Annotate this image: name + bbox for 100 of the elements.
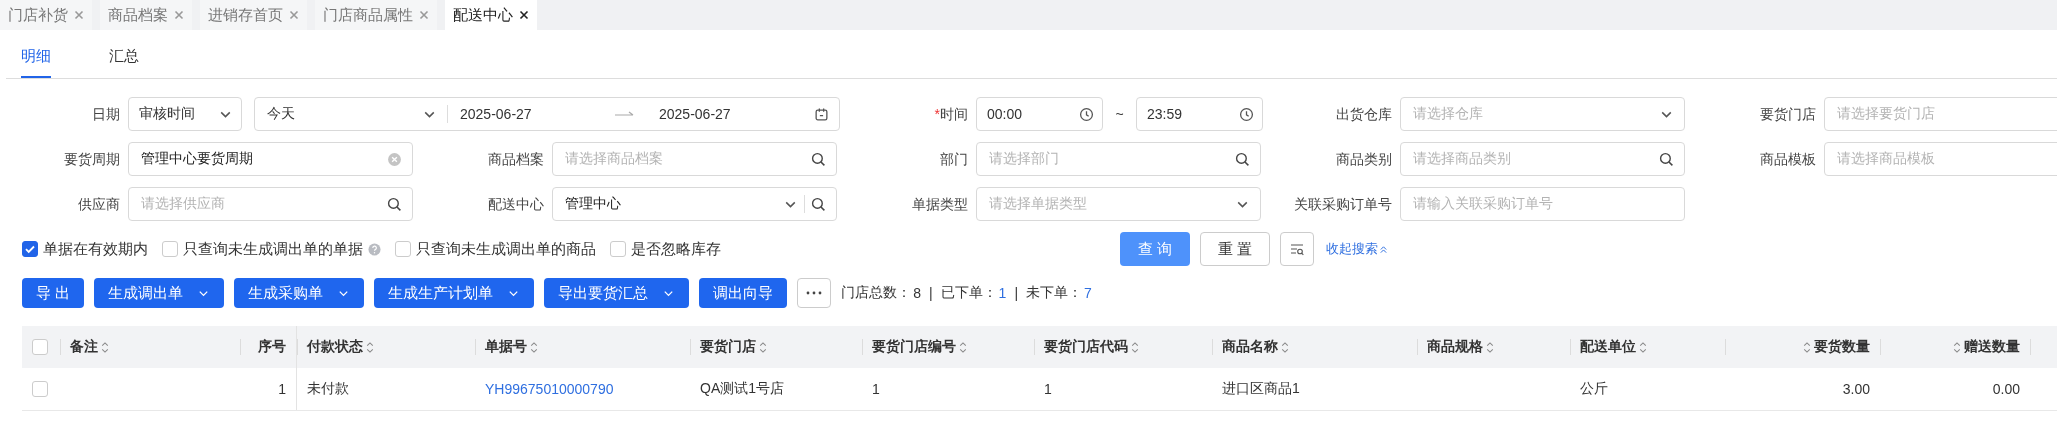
arrow-right-icon	[615, 110, 635, 118]
table-cell: QA测试1号店	[700, 380, 784, 398]
checkbox-label: 是否忽略库存	[631, 239, 721, 259]
column-header: 要货门店	[700, 338, 756, 356]
clock-icon	[1239, 106, 1254, 122]
column-header: 要货门店编号	[872, 338, 956, 356]
toolbar-button[interactable]: 生成调出单	[94, 278, 225, 308]
page-tab[interactable]: 配送中心	[445, 0, 537, 30]
checkbox[interactable]	[22, 241, 38, 257]
field-label: 要货门店	[1760, 105, 1816, 122]
summary-count: 8	[913, 285, 921, 301]
table-cell: 0.00	[1992, 381, 2020, 397]
sort-icon[interactable]	[1486, 340, 1494, 354]
column-header: 单据号	[485, 338, 527, 356]
table-cell: 进口区商品1	[1222, 380, 1300, 398]
view-tab[interactable]: 汇总	[109, 47, 139, 78]
column-header: 要货数量	[1814, 338, 1870, 356]
table-cell: 公斤	[1580, 380, 1608, 398]
page-tab[interactable]: 商品档案	[100, 0, 192, 30]
search-icon[interactable]	[387, 196, 402, 212]
toolbar-button[interactable]: 导出要货汇总	[544, 278, 690, 308]
search-icon[interactable]	[811, 196, 826, 212]
sort-icon[interactable]	[366, 340, 374, 354]
toolbar-button[interactable]: 导 出	[22, 278, 85, 308]
toolbar-button[interactable]: 生成采购单	[234, 278, 365, 308]
column-header: 赠送数量	[1964, 338, 2020, 356]
column-header: 备注	[70, 338, 98, 356]
divider-text: |	[1014, 285, 1019, 301]
column-header: 配送单位	[1580, 338, 1636, 356]
query-button[interactable]: 查 询	[1120, 232, 1190, 266]
page-tab[interactable]: 进销存首页	[200, 0, 307, 30]
column-header: 序号	[258, 338, 286, 356]
close-icon[interactable]	[519, 10, 529, 20]
field-label: 出货仓库	[1336, 105, 1392, 122]
time-field[interactable]: 23:59	[1136, 97, 1263, 131]
table-cell: 1	[1044, 381, 1052, 397]
summary-label: 门店总数：	[841, 284, 912, 302]
clock-icon	[1079, 106, 1094, 122]
checkbox-label: 单据在有效期内	[43, 239, 148, 259]
column-header: 商品规格	[1427, 338, 1483, 356]
column-header: 商品名称	[1222, 338, 1278, 356]
table-cell: 3.00	[1842, 381, 1870, 397]
sort-icon[interactable]	[1131, 340, 1139, 354]
sort-icon[interactable]	[959, 340, 967, 354]
time-field[interactable]: 00:00	[976, 97, 1103, 131]
select-field[interactable]: 审核时间	[128, 97, 242, 131]
sort-icon[interactable]	[759, 340, 767, 354]
toolbar-button[interactable]: 调出向导	[699, 278, 788, 308]
field-label: 商品类别	[1336, 150, 1392, 167]
summary-label: 未下单：	[1026, 284, 1083, 302]
field-label: 关联采购订单号	[1294, 195, 1392, 212]
order-link[interactable]: YH99675010000790	[485, 381, 614, 397]
required-mark: *	[934, 105, 940, 122]
sort-icon[interactable]	[530, 340, 538, 354]
collapse-search-link[interactable]: 收起搜索	[1326, 240, 1378, 258]
more-button[interactable]	[797, 278, 832, 308]
date-range-field[interactable]: 今天 2025-06-27 2025-06-27	[254, 97, 840, 131]
toolbar-button[interactable]: 生成生产计划单	[374, 278, 535, 308]
checkbox-label: 只查询未生成调出单的商品	[416, 239, 596, 259]
sort-icon[interactable]	[101, 340, 109, 354]
table-cell: 1	[278, 381, 286, 397]
sort-icon[interactable]	[1639, 340, 1647, 354]
table-cell: 1	[872, 381, 880, 397]
summary-label: 已下单：	[940, 284, 997, 302]
clear-icon[interactable]	[387, 151, 402, 167]
search-icon[interactable]	[811, 151, 826, 167]
field-label: 商品模板	[1760, 150, 1816, 167]
divider-text: |	[928, 285, 933, 301]
range-separator: ~	[1114, 106, 1125, 122]
field-label: 日期	[92, 105, 120, 122]
search-icon[interactable]	[1235, 151, 1250, 167]
calendar-icon	[814, 106, 829, 122]
field-label: 单据类型	[912, 195, 968, 212]
ellipsis-icon	[806, 291, 823, 295]
field-label: 部门	[940, 150, 968, 167]
reset-button[interactable]: 重 置	[1200, 232, 1270, 266]
summary-count: 7	[1084, 285, 1092, 301]
double-chevron-up-icon[interactable]	[1379, 244, 1388, 254]
page-tab[interactable]: 门店补货	[0, 0, 92, 30]
sort-icon[interactable]	[1953, 340, 1961, 354]
sort-icon[interactable]	[1281, 340, 1289, 354]
column-header: 付款状态	[307, 338, 363, 356]
field-label: 时间	[940, 105, 968, 122]
table-cell: 未付款	[307, 380, 349, 398]
filter-settings-button[interactable]	[1280, 232, 1314, 266]
field-label: 商品档案	[488, 150, 544, 167]
field-label: 供应商	[78, 195, 120, 212]
sort-icon[interactable]	[1803, 340, 1811, 354]
search-field[interactable]: 管理中心要货周期	[128, 142, 413, 176]
checkbox-label: 只查询未生成调出单的单据	[183, 239, 363, 259]
field-label: 要货周期	[64, 150, 120, 167]
help-icon[interactable]	[368, 242, 381, 256]
search-field[interactable]: 管理中心	[552, 187, 837, 221]
list-search-icon	[1289, 241, 1305, 257]
summary-count: 1	[998, 285, 1007, 301]
field-label: 配送中心	[488, 195, 544, 212]
column-header: 要货门店代码	[1044, 338, 1128, 356]
view-tab[interactable]: 明细	[21, 47, 51, 78]
search-icon[interactable]	[1659, 151, 1674, 167]
page-tab[interactable]: 门店商品属性	[315, 0, 437, 30]
